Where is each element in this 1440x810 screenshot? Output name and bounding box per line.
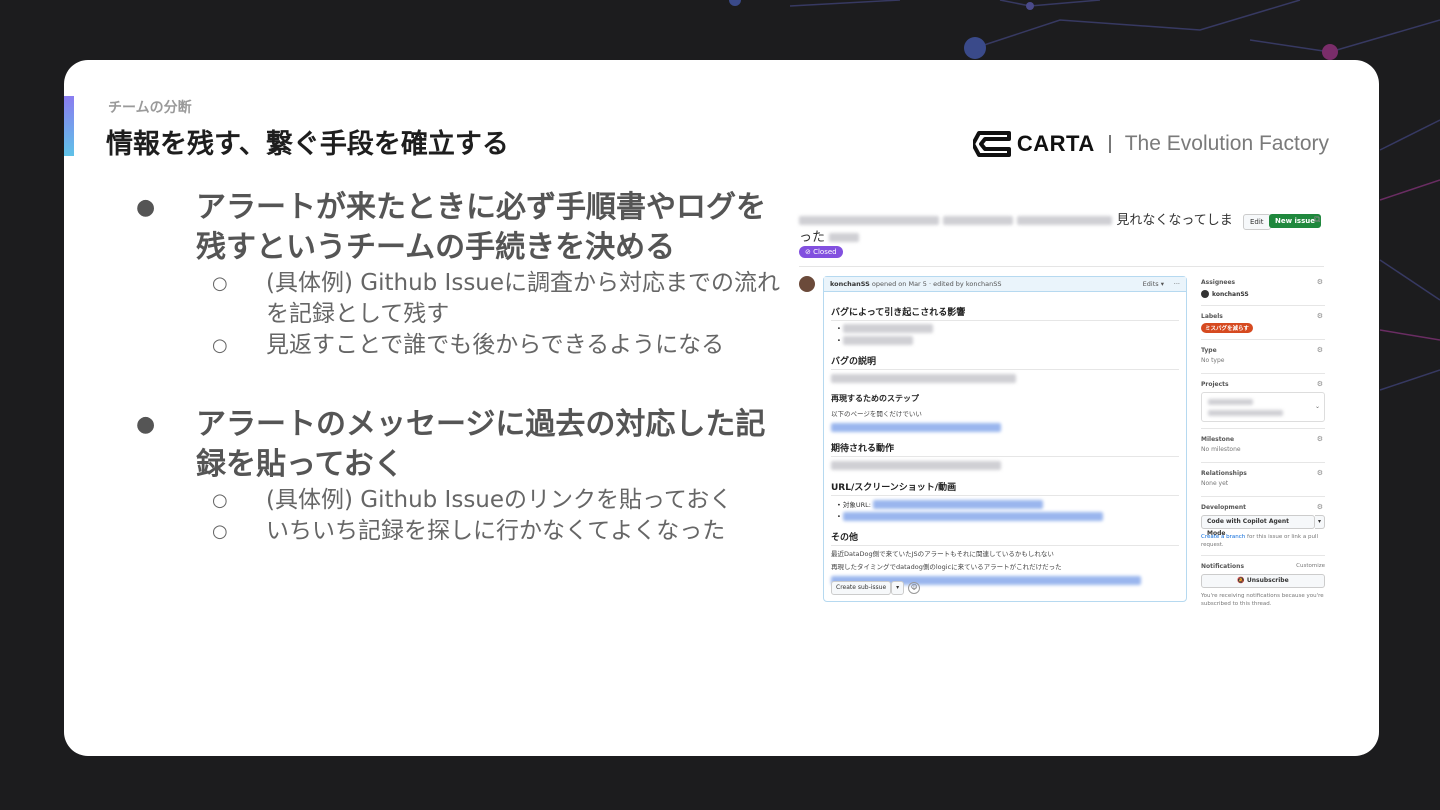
other-line-2: 再現したタイミングでdatadog側のlogicに来ているアラートがこれだけだっ… — [831, 563, 1062, 571]
sidebar-projects[interactable]: Projects ⚙ ⌄ — [1201, 378, 1325, 429]
bullet-1-sub-2-text: 見返すことで誰でも後からできるようになる — [266, 332, 725, 358]
title-accent-bar — [64, 96, 74, 156]
issue-comment: konchanSS opened on Mar 5 · edited by ko… — [823, 276, 1187, 602]
create-branch-link[interactable]: Create a branch — [1201, 534, 1245, 540]
github-issue-screenshot: 見れなくなってしま った Edit New issue ⧉ ⊘ Closed k… — [799, 206, 1329, 607]
brand-name: CARTA — [1016, 131, 1095, 156]
heading-impact: バグによって引き起こされる影響 — [831, 302, 1179, 321]
bullet-1-text: アラートが来たときに必ず手順書やログを残すというチームの手続きを決める — [196, 190, 766, 265]
bullet-list: ● アラートが来たときに必ず手順書やログを残すというチームの手続きを決める ○ … — [136, 188, 786, 547]
status-badge: ⊘ Closed — [799, 246, 843, 258]
list-item: • — [837, 324, 1179, 333]
copilot-control: Code with Copilot Agent Mode ▾ — [1201, 515, 1325, 537]
bullet-1-sub-1: ○ (具体例) Github Issueに調査から対応までの流れを記録として残す — [136, 268, 786, 330]
edits-dropdown[interactable]: Edits ▾ — [1143, 277, 1164, 291]
carta-logo-icon — [972, 131, 1011, 157]
customize-link[interactable]: Customize — [1296, 563, 1325, 570]
slide-card: チームの分断 情報を残す、繋ぐ手段を確立する CARTA The Evoluti… — [64, 60, 1379, 756]
assignee[interactable]: konchanSS — [1201, 290, 1325, 298]
steps-link[interactable] — [831, 422, 1179, 433]
chevron-down-icon[interactable]: ▾ — [1314, 515, 1325, 529]
sidebar-milestone[interactable]: Milestone ⚙ No milestone — [1201, 433, 1325, 463]
subissue-controls: Create sub-issue ▾ ☺ — [831, 581, 921, 595]
sub-bullet-circle: ○ — [212, 490, 228, 511]
sidebar-type[interactable]: Type ⚙ No type — [1201, 344, 1325, 374]
sidebar-development: Development ⚙ Code with Copilot Agent Mo… — [1201, 501, 1325, 556]
gear-icon[interactable]: ⚙ — [1317, 503, 1323, 511]
sidebar-notifications: Notifications Customize 🔕 Unsubscribe Yo… — [1201, 563, 1325, 607]
subissue-dropdown-icon[interactable]: ▾ — [891, 581, 905, 595]
edit-button[interactable]: Edit — [1243, 214, 1271, 230]
brand-tagline: The Evolution Factory — [1124, 132, 1329, 155]
status-text: Closed — [813, 248, 837, 256]
other-line-1: 最近DataDog側で来ていたJSのアラートもそれに関連しているかもしれない — [831, 550, 1054, 558]
project-card[interactable]: ⌄ — [1201, 392, 1325, 422]
list-item: • — [837, 512, 1179, 521]
label-chip[interactable]: ミスバグを減らす — [1201, 323, 1253, 333]
copilot-button[interactable]: Code with Copilot Agent Mode — [1201, 515, 1315, 537]
sub-bullet-circle: ○ — [212, 521, 228, 542]
gear-icon[interactable]: ⚙ — [1317, 346, 1323, 354]
section-label: チームの分断 — [108, 100, 192, 116]
heading-url: URL/スクリーンショット/動画 — [831, 477, 1179, 496]
bullet-1-sub-1-text: (具体例) Github Issueに調査から対応までの流れを記録として残す — [266, 270, 781, 327]
copy-link-icon[interactable]: ⧉ — [1314, 215, 1320, 225]
issue-title-visible-1: 見れなくなってしま — [1116, 213, 1233, 228]
issue-sidebar: Assignees ⚙ konchanSS Labels ⚙ ミスバグを減らす … — [1201, 276, 1325, 618]
sidebar-labels[interactable]: Labels ⚙ ミスバグを減らす — [1201, 310, 1325, 340]
create-branch-text: Create a branch for this issue or link a… — [1201, 534, 1318, 548]
comment-body: バグによって引き起こされる影響 • • バグの説明 再現するためのステップ 以下… — [824, 292, 1186, 590]
bullet-1: ● アラートが来たときに必ず手順書やログを残すというチームの手続きを決める — [136, 188, 786, 268]
create-subissue-button[interactable]: Create sub-issue — [831, 581, 892, 595]
description-text — [831, 374, 1179, 384]
comment-author[interactable]: konchanSS — [830, 280, 870, 288]
brand-logo: CARTA The Evolution Factory — [972, 128, 1329, 160]
gear-icon[interactable]: ⚙ — [1317, 435, 1323, 443]
more-options-icon[interactable]: ··· — [1174, 277, 1180, 291]
gear-icon[interactable]: ⚙ — [1317, 278, 1323, 286]
bullet-1-sub-2: ○ 見返すことで誰でも後からできるようになる — [136, 330, 786, 361]
sub-bullet-circle: ○ — [212, 335, 228, 356]
unsubscribe-button[interactable]: 🔕 Unsubscribe — [1201, 574, 1325, 588]
reaction-smile-icon[interactable]: ☺ — [908, 582, 921, 594]
list-item: • — [837, 336, 1179, 345]
steps-text: 以下のページを開くだけでいい — [831, 409, 922, 418]
gear-icon[interactable]: ⚙ — [1317, 312, 1323, 320]
heading-expected: 期待される動作 — [831, 438, 1179, 457]
avatar[interactable] — [799, 276, 815, 292]
heading-description: バグの説明 — [831, 351, 1179, 370]
comment-header: konchanSS opened on Mar 5 · edited by ko… — [824, 277, 1186, 292]
sidebar-relationships[interactable]: Relationships ⚙ None yet — [1201, 467, 1325, 497]
issue-title-visible-2: った — [799, 230, 826, 245]
bullet-2: ● アラートのメッセージに過去の対応した記録を貼っておく — [136, 405, 786, 485]
bullet-2-sub-2-text: いちいち記録を探しに行かなくてよくなった — [266, 518, 726, 544]
slide-title: 情報を残す、繋ぐ手段を確立する — [106, 129, 509, 160]
list-item: • 対象URL: — [837, 499, 1179, 509]
notification-note: You're receiving notifications because y… — [1201, 593, 1324, 607]
bullet-dot: ● — [136, 412, 156, 437]
gear-icon[interactable]: ⚙ — [1317, 469, 1323, 477]
gear-icon[interactable]: ⚙ — [1317, 380, 1323, 388]
chevron-down-icon[interactable]: ⌄ — [1315, 403, 1320, 410]
heading-steps: 再現するためのステップ — [831, 393, 919, 403]
bullet-dot: ● — [136, 195, 156, 220]
heading-other: その他 — [831, 527, 1179, 546]
bullet-2-sub-1-text: (具体例) Github Issueのリンクを貼っておく — [266, 487, 733, 513]
issue-title: 見れなくなってしま った — [799, 212, 1239, 246]
expected-text — [831, 461, 1179, 471]
bullet-2-sub-2: ○ いちいち記録を探しに行かなくてよくなった — [136, 516, 786, 547]
sidebar-assignees[interactable]: Assignees ⚙ konchanSS — [1201, 276, 1325, 306]
avatar — [1201, 290, 1209, 298]
brand-separator — [1108, 135, 1111, 153]
comment-meta: opened on Mar 5 · edited by konchanSS — [871, 280, 1002, 288]
bullet-2-sub-1: ○ (具体例) Github Issueのリンクを貼っておく — [136, 485, 786, 516]
header-divider — [799, 266, 1324, 267]
sub-bullet-circle: ○ — [212, 273, 228, 294]
bullet-2-text: アラートのメッセージに過去の対応した記録を貼っておく — [196, 407, 766, 482]
